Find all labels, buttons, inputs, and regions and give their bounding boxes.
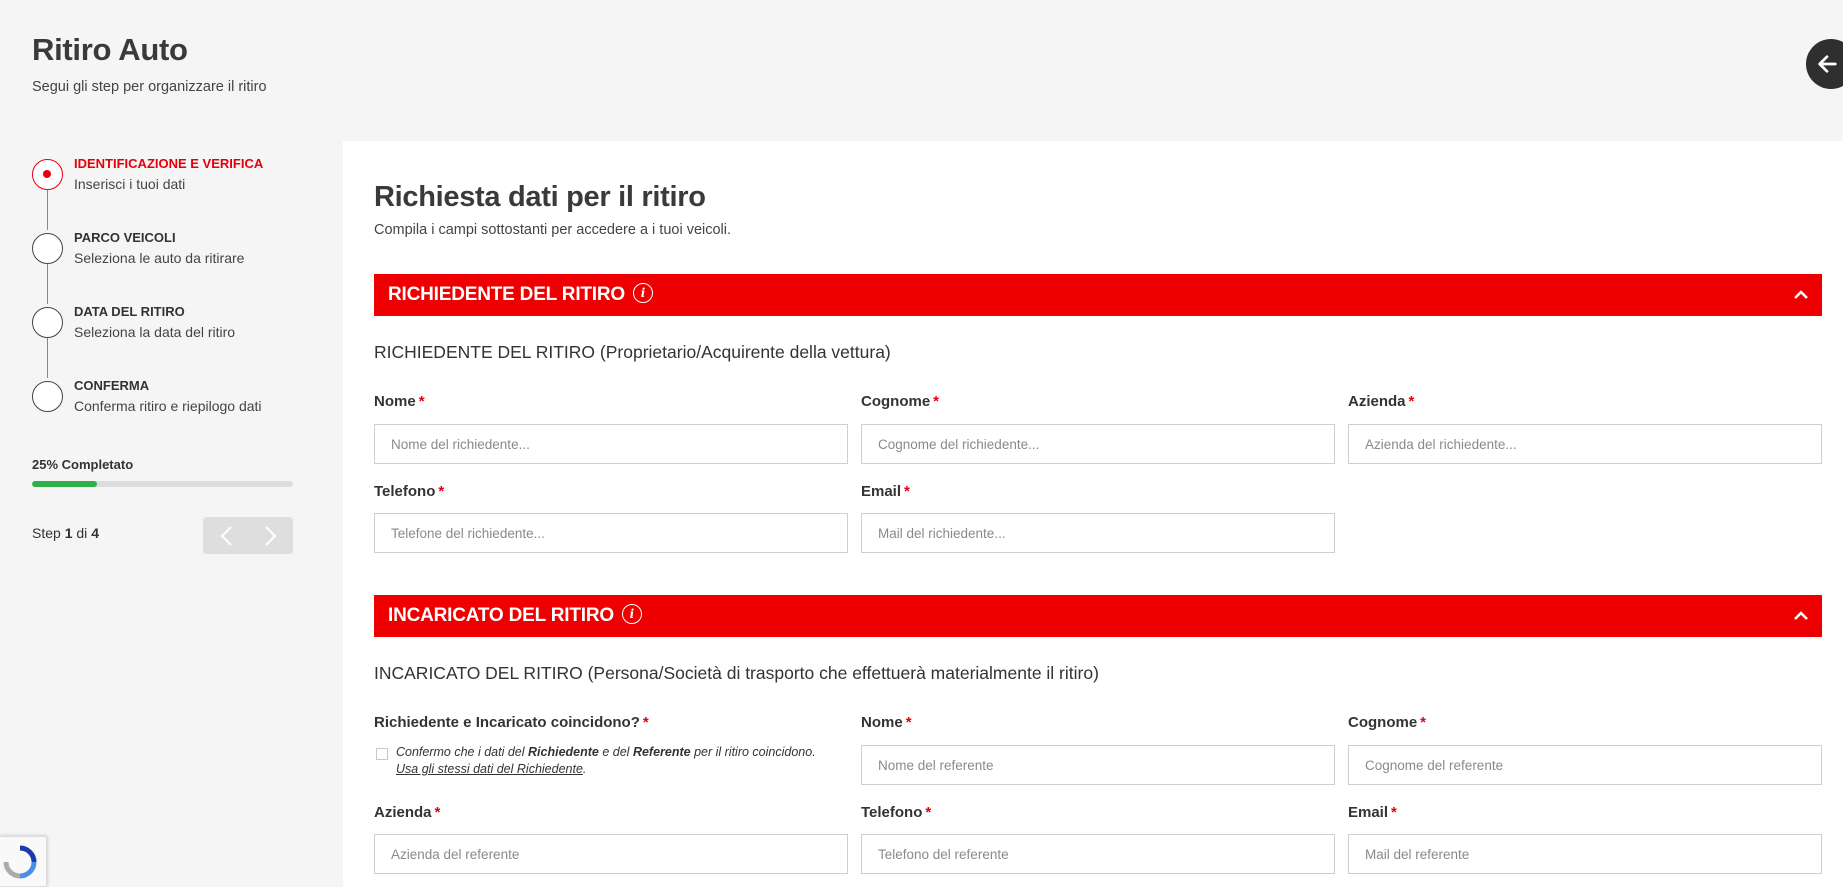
step-subtitle: Seleziona le auto da ritirare — [74, 250, 245, 266]
step-counter-prefix: Step — [32, 525, 61, 541]
step-counter-of: di — [76, 525, 88, 541]
section-heading-note: (Persona/Società di trasporto che effett… — [587, 663, 1099, 683]
step-connector — [47, 338, 48, 378]
section-incaricato-heading: INCARICATO DEL RITIRO (Persona/Società d… — [374, 663, 1099, 684]
page-subtitle: Segui gli step per organizzare il ritiro — [32, 79, 267, 95]
richiedente-telefono-input[interactable] — [374, 513, 848, 553]
step-subtitle: Seleziona la data del ritiro — [74, 324, 236, 340]
step-indicator-icon — [32, 381, 63, 412]
step-navigation — [203, 517, 293, 554]
step-title: IDENTIFICAZIONE E VERIFICA — [74, 156, 264, 171]
stepper: IDENTIFICAZIONE E VERIFICA Inserisci i t… — [32, 155, 302, 451]
step-indicator-icon — [32, 307, 63, 338]
richiedente-email-input[interactable] — [861, 513, 1335, 553]
info-icon[interactable]: i — [621, 604, 642, 624]
referente-cognome-input[interactable] — [1348, 745, 1822, 785]
step-subtitle: Inserisci i tuoi dati — [74, 176, 186, 192]
use-same-data-link[interactable]: Usa gli stessi dati del Richiedente — [396, 762, 583, 776]
referente-azienda-input[interactable] — [374, 834, 848, 874]
section-title: INCARICATO DEL RITIRO — [388, 605, 614, 626]
step-parco-veicoli[interactable]: PARCO VEICOLI Seleziona le auto da ritir… — [32, 229, 302, 304]
form-subtitle: Compila i campi sottostanti per accedere… — [374, 222, 732, 238]
azienda-label: Azienda * — [1348, 393, 1415, 410]
step-connector — [47, 264, 48, 304]
prev-step-button[interactable] — [203, 517, 248, 554]
next-step-button[interactable] — [248, 517, 293, 554]
step-title: CONFERMA — [74, 378, 150, 393]
section-title: RICHIEDENTE DEL RITIRO — [388, 284, 625, 305]
section-richiedente-heading: RICHIEDENTE DEL RITIRO (Proprietario/Acq… — [374, 342, 891, 363]
telefono-label: Telefono * — [374, 483, 445, 500]
back-button[interactable] — [1806, 39, 1843, 89]
cognome-label: Cognome * — [861, 393, 940, 410]
step-identificazione[interactable]: IDENTIFICAZIONE E VERIFICA Inserisci i t… — [32, 155, 302, 230]
referente-email-label: Email * — [1348, 804, 1397, 821]
step-counter: Step 1 di 4 — [32, 525, 99, 541]
step-indicator-icon — [32, 233, 63, 264]
step-data-ritiro[interactable]: DATA DEL RITIRO Seleziona la data del ri… — [32, 303, 302, 378]
chevron-right-icon — [264, 525, 276, 546]
section-heading-title: INCARICATO DEL RITIRO — [374, 663, 583, 683]
referente-telefono-input[interactable] — [861, 834, 1335, 874]
section-heading-note: (Proprietario/Acquirente della vettura) — [599, 342, 891, 362]
referente-cognome-label: Cognome * — [1348, 714, 1427, 731]
section-heading-title: RICHIEDENTE DEL RITIRO — [374, 342, 596, 362]
step-conferma[interactable]: CONFERMA Conferma ritiro e riepilogo dat… — [32, 377, 302, 451]
step-current: 1 — [64, 525, 73, 541]
step-active-indicator-icon — [32, 159, 63, 190]
info-icon[interactable]: i — [633, 283, 653, 303]
progress-label: 25% Completato — [32, 457, 134, 472]
page-title: Ritiro Auto — [32, 32, 188, 67]
referente-telefono-label: Telefono * — [861, 804, 932, 821]
arrow-left-icon — [1818, 55, 1837, 73]
form-title: Richiesta dati per il ritiro — [374, 181, 706, 213]
section-richiedente-header[interactable]: RICHIEDENTE DEL RITIRO i — [374, 274, 1822, 316]
step-subtitle: Conferma ritiro e riepilogo dati — [74, 398, 262, 414]
richiedente-nome-input[interactable] — [374, 424, 848, 464]
chevron-up-icon[interactable] — [1792, 607, 1810, 625]
recaptcha-badge[interactable] — [0, 836, 47, 887]
step-title: PARCO VEICOLI — [74, 230, 176, 245]
step-total: 4 — [91, 525, 99, 541]
coincide-checkbox[interactable] — [376, 748, 388, 760]
recaptcha-icon — [3, 845, 37, 878]
nome-label: Nome * — [374, 393, 425, 410]
chevron-left-icon — [220, 525, 232, 546]
richiedente-cognome-input[interactable] — [861, 424, 1335, 464]
chevron-up-icon[interactable] — [1792, 286, 1810, 304]
coincide-checkbox-row: Confermo che i dati del Richiedente e de… — [374, 744, 848, 778]
email-label: Email * — [861, 483, 910, 500]
step-title: DATA DEL RITIRO — [74, 304, 185, 319]
richiedente-azienda-input[interactable] — [1348, 424, 1822, 464]
progress-bar — [32, 481, 293, 487]
coincide-checkbox-text: Confermo che i dati del Richiedente e de… — [396, 745, 816, 776]
step-connector — [47, 190, 48, 230]
section-incaricato-header[interactable]: INCARICATO DEL RITIRO i — [374, 595, 1822, 637]
form-card: Richiesta dati per il ritiro Compila i c… — [343, 141, 1843, 887]
coincide-label: Richiedente e Incaricato coincidono? * — [374, 714, 649, 731]
referente-nome-input[interactable] — [861, 745, 1335, 785]
referente-email-input[interactable] — [1348, 834, 1822, 874]
progress-fill — [32, 481, 98, 487]
referente-nome-label: Nome * — [861, 714, 912, 731]
referente-azienda-label: Azienda * — [374, 804, 441, 821]
